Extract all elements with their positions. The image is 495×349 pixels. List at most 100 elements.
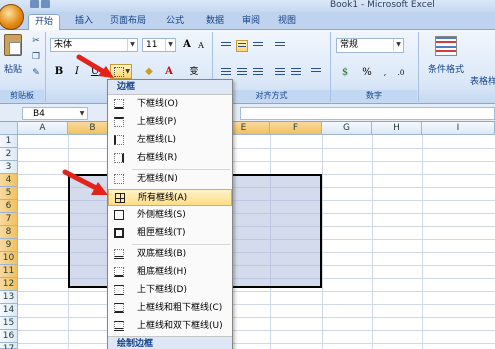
menu-item-label: 上框线(P) (137, 117, 177, 127)
red-arrow-icon (76, 54, 114, 78)
copy-icon[interactable]: ❐ (31, 52, 41, 62)
row-header[interactable]: 16 (0, 330, 18, 343)
font-name-value: 宋体 (54, 40, 73, 50)
top-thick-bottom-border-icon (114, 303, 124, 313)
tab-insert[interactable]: 插入 (68, 14, 100, 30)
menu-item-bottom-border[interactable]: 下框线(O) (108, 96, 232, 113)
currency-icon[interactable]: $ (338, 66, 352, 80)
worksheet-grid[interactable]: A B C D E F G H I 1 2 3 4 5 6 7 8 9 10 1… (0, 122, 495, 349)
menu-item-top-thick-bottom-border[interactable]: 上框线和粗下框线(C) (108, 300, 232, 317)
conditional-formatting-label[interactable]: 条件格式 (428, 62, 464, 75)
save-icon[interactable] (30, 0, 39, 8)
undo-icon[interactable] (41, 0, 50, 8)
group-separator (45, 32, 46, 102)
row-header[interactable]: 3 (0, 161, 18, 174)
percent-button[interactable]: % (360, 66, 374, 80)
top-bottom-border-icon (114, 285, 124, 295)
menu-item-top-border[interactable]: 上框线(P) (108, 114, 232, 131)
menu-item-bottom-double-border[interactable]: 双底框线(B) (108, 246, 232, 263)
row-header[interactable]: 1 (0, 135, 18, 148)
cut-icon[interactable]: ✂ (31, 36, 41, 46)
row-header[interactable]: 8 (0, 226, 18, 239)
column-header[interactable]: F (270, 122, 322, 135)
increase-decimal-icon[interactable]: .0 (394, 66, 408, 80)
row-header[interactable]: 12 (0, 278, 18, 291)
outside-borders-icon (114, 210, 124, 220)
menu-item-right-border[interactable]: 右框线(R) (108, 150, 232, 167)
increase-indent-icon[interactable] (290, 66, 302, 78)
menu-item-label: 粗底框线(H) (137, 267, 187, 277)
formula-input[interactable] (240, 107, 495, 120)
align-center-icon[interactable] (236, 66, 248, 78)
row-header[interactable]: 17 (0, 343, 18, 349)
left-border-icon (114, 135, 124, 145)
column-header[interactable]: I (422, 122, 495, 135)
merge-center-icon[interactable] (310, 66, 322, 78)
menu-item-no-border[interactable]: 无框线(N) (108, 171, 232, 188)
align-middle-icon[interactable] (236, 40, 248, 52)
chevron-down-icon: ▼ (393, 39, 403, 51)
format-painter-icon[interactable]: ✎ (31, 68, 41, 78)
row-header[interactable]: 11 (0, 265, 18, 278)
grow-font-button[interactable]: A (180, 38, 194, 52)
row-header[interactable]: 5 (0, 187, 18, 200)
formula-bar: B4 ▼ (0, 104, 495, 122)
align-right-icon[interactable] (252, 66, 264, 78)
fill-color-icon[interactable]: ◆ (142, 65, 156, 79)
tab-home[interactable]: 开始 (28, 14, 60, 31)
menu-item-top-double-bottom-border[interactable]: 上框线和双下框线(U) (108, 318, 232, 335)
font-color-button[interactable]: A (162, 65, 176, 79)
conditional-formatting-icon[interactable] (435, 36, 457, 56)
bold-button[interactable]: B (52, 65, 66, 79)
column-header[interactable]: H (372, 122, 422, 135)
paste-label[interactable]: 粘贴 (4, 62, 22, 75)
tab-formulas[interactable]: 公式 (160, 14, 190, 30)
phonetic-button[interactable]: 变 (186, 65, 202, 79)
row-header[interactable]: 2 (0, 148, 18, 161)
align-left-icon[interactable] (220, 66, 232, 78)
row-header[interactable]: 14 (0, 304, 18, 317)
menu-item-all-borders[interactable]: 所有框线(A) (108, 189, 232, 206)
menu-item-top-bottom-border[interactable]: 上下框线(D) (108, 282, 232, 299)
row-header[interactable]: 7 (0, 213, 18, 226)
right-border-icon (114, 153, 124, 163)
tab-view[interactable]: 视图 (272, 14, 302, 30)
group-label-clipboard: 剪贴板 (0, 90, 44, 102)
row-header[interactable]: 6 (0, 200, 18, 213)
row-header[interactable]: 9 (0, 239, 18, 252)
tab-page-layout[interactable]: 页面布局 (104, 14, 152, 30)
align-top-icon[interactable] (220, 40, 232, 52)
group-label-number: 数字 (331, 90, 417, 102)
menu-item-label: 无框线(N) (137, 174, 178, 184)
comma-icon[interactable]: , (378, 66, 392, 80)
select-all-corner[interactable] (0, 122, 18, 135)
menu-item-thick-box-border[interactable]: 粗匣框线(T) (108, 225, 232, 242)
row-header[interactable]: 10 (0, 252, 18, 265)
decrease-indent-icon[interactable] (274, 66, 286, 78)
menu-item-outside-borders[interactable]: 外侧框线(S) (108, 207, 232, 224)
grid-line (18, 304, 495, 305)
tab-review[interactable]: 审阅 (236, 14, 266, 30)
shrink-font-button[interactable]: A (194, 39, 208, 53)
column-header[interactable]: A (18, 122, 68, 135)
office-button[interactable] (0, 4, 24, 30)
menu-item-thick-bottom-border[interactable]: 粗底框线(H) (108, 264, 232, 281)
font-name-combo[interactable]: 宋体 ▼ (50, 38, 138, 52)
menu-separator (132, 244, 230, 245)
name-box[interactable]: B4 ▼ (22, 107, 88, 120)
orientation-icon[interactable] (274, 40, 286, 52)
row-header[interactable]: 13 (0, 291, 18, 304)
row-header[interactable]: 4 (0, 174, 18, 187)
align-bottom-icon[interactable] (252, 40, 264, 52)
menu-item-label: 粗匣框线(T) (137, 228, 186, 238)
format-as-table-label[interactable]: 表格样 (470, 74, 495, 87)
menu-item-label: 下框线(O) (137, 99, 179, 109)
number-format-combo[interactable]: 常规 ▼ (336, 38, 404, 53)
row-header[interactable]: 15 (0, 317, 18, 330)
bottom-double-border-icon (114, 249, 124, 259)
font-size-combo[interactable]: 11 ▼ (142, 38, 176, 52)
tab-data[interactable]: 数据 (200, 14, 230, 30)
menu-item-left-border[interactable]: 左框线(L) (108, 132, 232, 149)
column-header[interactable]: G (322, 122, 372, 135)
chevron-down-icon: ▼ (165, 39, 175, 51)
